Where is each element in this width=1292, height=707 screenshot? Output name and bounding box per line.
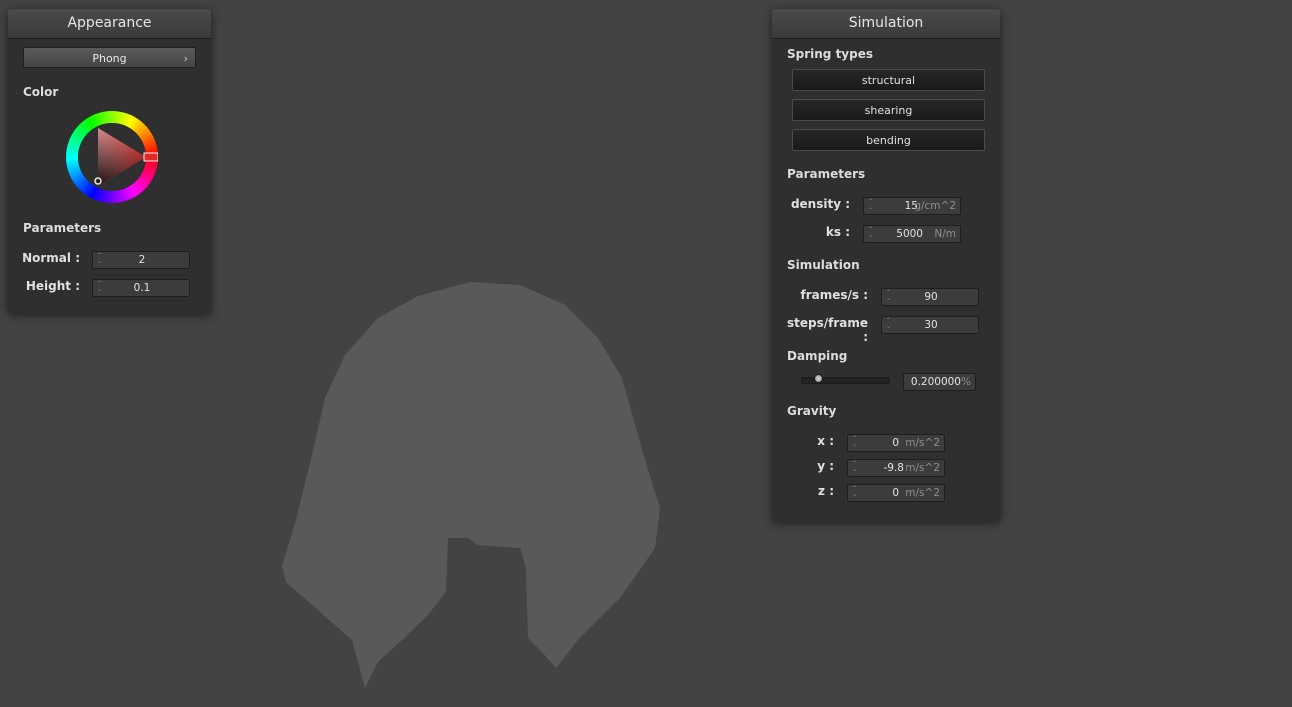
normal-input[interactable]: ⌃ ⌄ 2 xyxy=(92,251,190,269)
steps-per-frame-input[interactable]: ⌃ ⌄ 30 xyxy=(881,316,979,334)
gravity-y-input[interactable]: ⌃ ⌄ -9.8 m/s^2 xyxy=(847,459,945,477)
color-wheel-icon xyxy=(66,111,159,203)
height-label: Height : xyxy=(25,279,80,293)
spinner-arrows-icon[interactable]: ⌃ ⌄ xyxy=(851,461,858,475)
spinner-arrows-icon[interactable]: ⌃ ⌄ xyxy=(867,227,874,241)
damping-input[interactable]: 0.200000 % xyxy=(903,373,976,391)
simulation-parameters-label: Parameters xyxy=(787,167,866,181)
structural-spring-toggle[interactable]: structural xyxy=(792,69,985,91)
simulation-section-label: Simulation xyxy=(787,258,860,272)
color-label: Color xyxy=(23,85,59,99)
bending-spring-toggle[interactable]: bending xyxy=(792,129,985,151)
normal-label: Normal : xyxy=(22,251,80,265)
height-input[interactable]: ⌃ ⌄ 0.1 xyxy=(92,279,190,297)
steps-per-frame-label: steps/frame : xyxy=(786,316,868,344)
damping-label: Damping xyxy=(787,349,848,363)
spring-types-label: Spring types xyxy=(787,47,874,61)
gravity-x-input[interactable]: ⌃ ⌄ 0 m/s^2 xyxy=(847,434,945,452)
shading-mode-dropdown[interactable]: Phong › xyxy=(23,47,196,68)
shading-mode-value: Phong xyxy=(92,52,127,65)
gravity-label: Gravity xyxy=(787,404,837,418)
color-wheel-picker[interactable] xyxy=(66,111,159,203)
appearance-panel-title[interactable]: Appearance xyxy=(8,9,211,39)
density-input[interactable]: ⌃ ⌄ 15 g/cm^2 xyxy=(863,197,961,215)
damping-slider-handle[interactable] xyxy=(813,374,823,383)
density-label: density : xyxy=(790,197,850,211)
gravity-z-label: z : xyxy=(818,484,834,498)
ks-input[interactable]: ⌃ ⌄ 5000 N/m xyxy=(863,225,961,243)
simulation-panel-title[interactable]: Simulation xyxy=(772,9,1000,39)
ks-label: ks : xyxy=(825,225,850,239)
chevron-right-icon: › xyxy=(183,52,188,65)
gravity-y-label: y : xyxy=(817,459,834,473)
gravity-x-label: x : xyxy=(817,434,834,448)
spinner-arrows-icon[interactable]: ⌃ ⌄ xyxy=(851,486,858,500)
appearance-panel: Appearance Phong › Color Parameters Norm… xyxy=(8,9,211,313)
frames-per-second-input[interactable]: ⌃ ⌄ 90 xyxy=(881,288,979,306)
spinner-arrows-icon[interactable]: ⌃ ⌄ xyxy=(867,199,874,213)
simulation-panel: Simulation Spring types structural shear… xyxy=(772,9,1000,521)
gravity-z-input[interactable]: ⌃ ⌄ 0 m/s^2 xyxy=(847,484,945,502)
shearing-spring-toggle[interactable]: shearing xyxy=(792,99,985,121)
appearance-parameters-label: Parameters xyxy=(23,221,102,235)
spinner-arrows-icon[interactable]: ⌃ ⌄ xyxy=(851,436,858,450)
frames-per-second-label: frames/s : xyxy=(800,288,868,302)
damping-slider[interactable] xyxy=(801,374,890,384)
